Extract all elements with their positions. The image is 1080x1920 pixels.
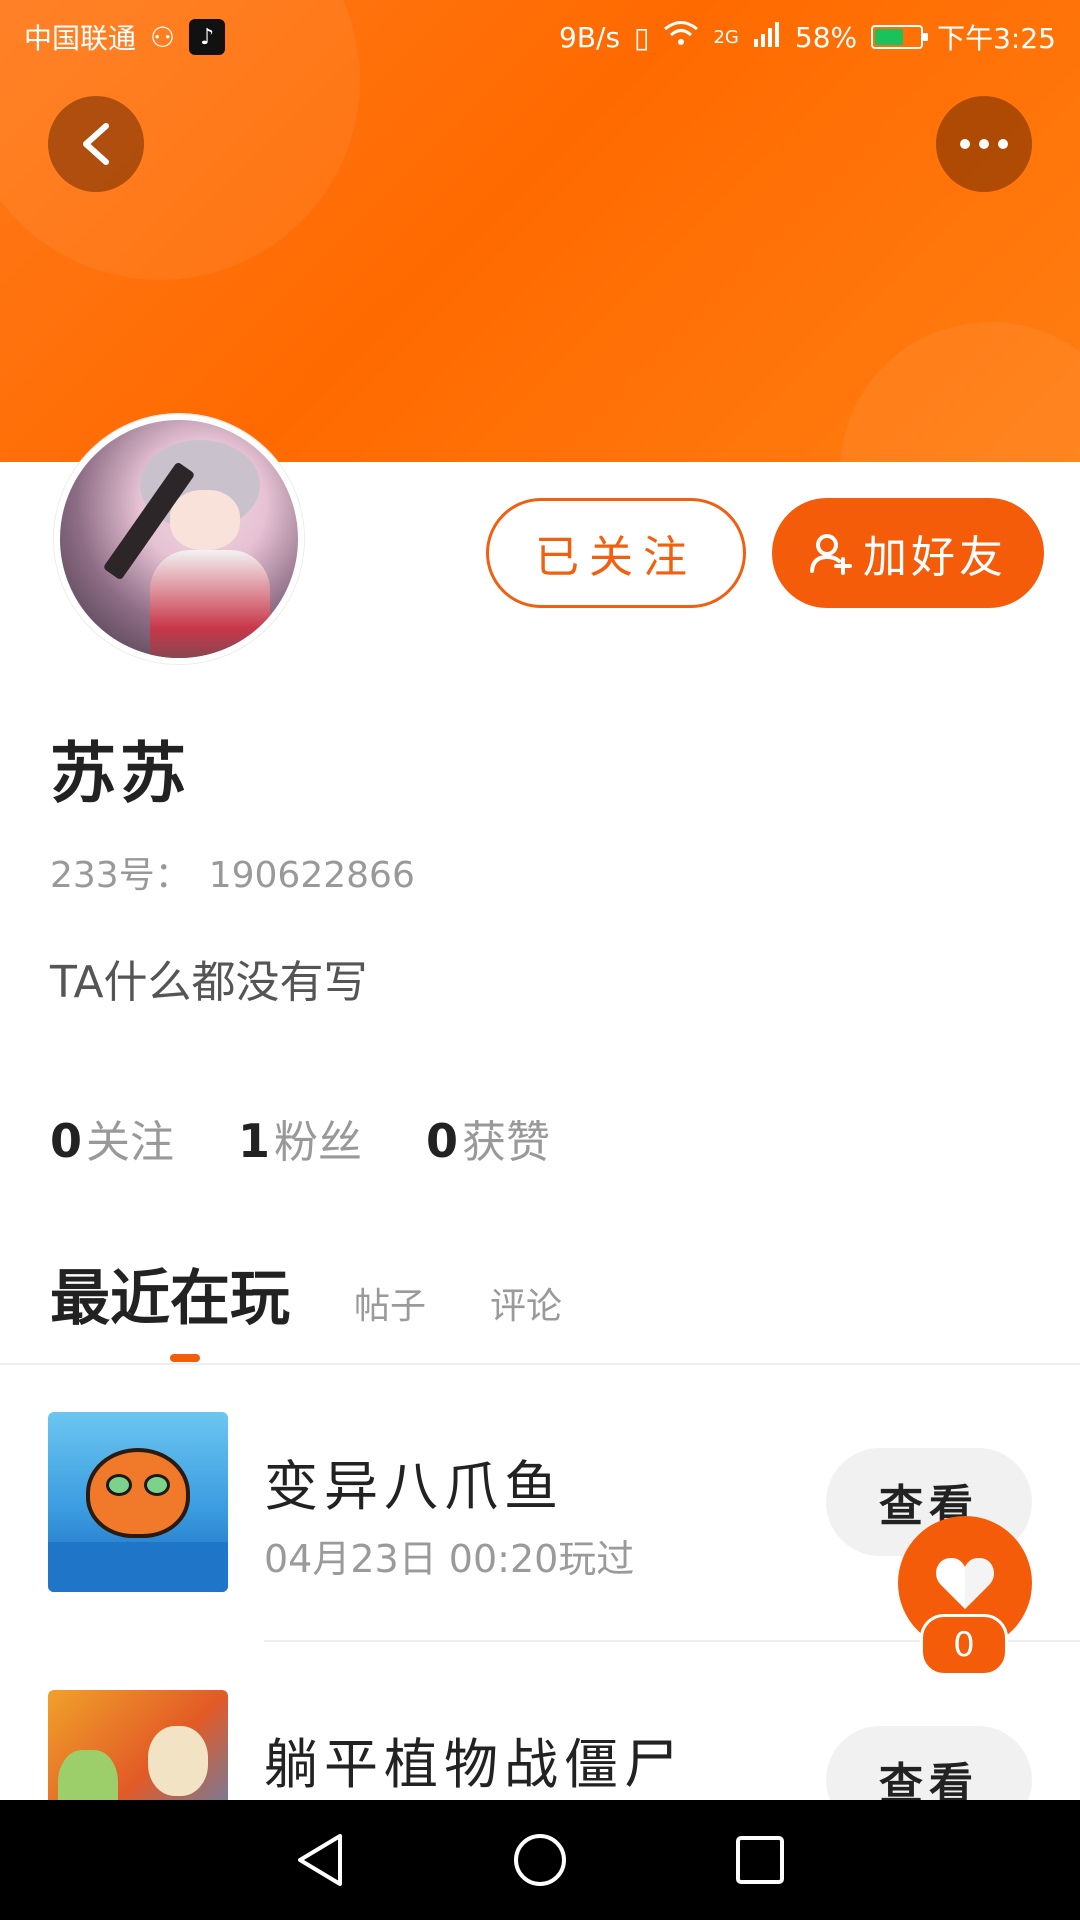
stat-count: 0 xyxy=(426,1114,459,1168)
like-count-badge: 0 xyxy=(920,1614,1008,1676)
back-arrow-icon xyxy=(83,123,109,165)
add-user-icon xyxy=(810,534,852,575)
system-navigation-bar xyxy=(0,1800,1080,1920)
nav-recents-button[interactable] xyxy=(725,1825,795,1895)
following-button[interactable]: 已关注 xyxy=(486,498,746,608)
heart-icon xyxy=(936,1557,994,1609)
more-options-button[interactable] xyxy=(936,96,1032,192)
carrier-label: 中国联通 xyxy=(24,22,137,55)
clock: 下午3:25 xyxy=(937,22,1056,55)
stat-likes[interactable]: 0获赞 xyxy=(426,1106,550,1170)
user-id: 233号： 190622866 xyxy=(50,846,415,898)
stat-label: 获赞 xyxy=(462,1117,551,1168)
profile-stats: 0关注 1粉丝 0获赞 xyxy=(50,1106,550,1170)
divider xyxy=(0,1363,1080,1365)
battery-icon xyxy=(871,25,929,49)
stat-count: 1 xyxy=(238,1114,271,1168)
status-bar: 中国联通 ⚇ ♪ 9B/s ▯ 2G 58% 下午3:25 xyxy=(0,0,1080,74)
avatar[interactable] xyxy=(54,414,304,664)
tab-recently-played[interactable]: 最近在玩 xyxy=(50,1250,290,1337)
battery-percent: 58% xyxy=(794,20,858,54)
profile-bio: TA什么都没有写 xyxy=(50,957,368,1008)
stat-count: 0 xyxy=(50,1114,83,1168)
profile-tabs: 最近在玩 帖子 评论 xyxy=(50,1250,562,1337)
user-id-value: 190622866 xyxy=(208,855,415,896)
add-friend-button[interactable]: 加好友 xyxy=(772,498,1044,608)
user-id-label: 233号： xyxy=(50,855,191,896)
nav-back-icon xyxy=(298,1834,342,1886)
nav-back-button[interactable] xyxy=(285,1825,355,1895)
stat-label: 关注 xyxy=(86,1117,175,1168)
notification-icon: ⚇ xyxy=(150,20,176,54)
network-type: 2G xyxy=(713,26,739,48)
banner-decoration xyxy=(840,322,1080,462)
game-title: 变异八爪鱼 xyxy=(264,1455,564,1518)
tiktok-app-icon: ♪ xyxy=(189,19,226,55)
game-thumbnail xyxy=(48,1412,228,1592)
add-friend-label: 加好友 xyxy=(863,532,1007,583)
game-title: 躺平植物战僵尸 xyxy=(264,1733,684,1796)
nav-home-button[interactable] xyxy=(505,1825,575,1895)
profile-header-banner: 中国联通 ⚇ ♪ 9B/s ▯ 2G 58% 下午3:25 xyxy=(0,0,1080,462)
tab-posts[interactable]: 帖子 xyxy=(354,1277,426,1329)
played-time: 04月23日 00:20玩过 xyxy=(264,1537,635,1581)
stat-fans[interactable]: 1粉丝 xyxy=(238,1106,362,1170)
back-button[interactable] xyxy=(48,96,144,192)
net-speed: 9B/s xyxy=(559,20,621,54)
active-tab-indicator xyxy=(170,1354,200,1362)
nav-home-icon xyxy=(514,1834,566,1886)
wifi-icon xyxy=(663,20,699,55)
profile-name: 苏苏 xyxy=(50,735,190,812)
more-dots-icon xyxy=(960,139,1008,149)
stat-following[interactable]: 0关注 xyxy=(50,1106,174,1170)
nav-recents-icon xyxy=(736,1836,784,1884)
tab-comments[interactable]: 评论 xyxy=(490,1277,562,1329)
stat-label: 粉丝 xyxy=(274,1117,363,1168)
vibrate-icon: ▯ xyxy=(634,20,650,54)
signal-icon xyxy=(753,21,781,54)
